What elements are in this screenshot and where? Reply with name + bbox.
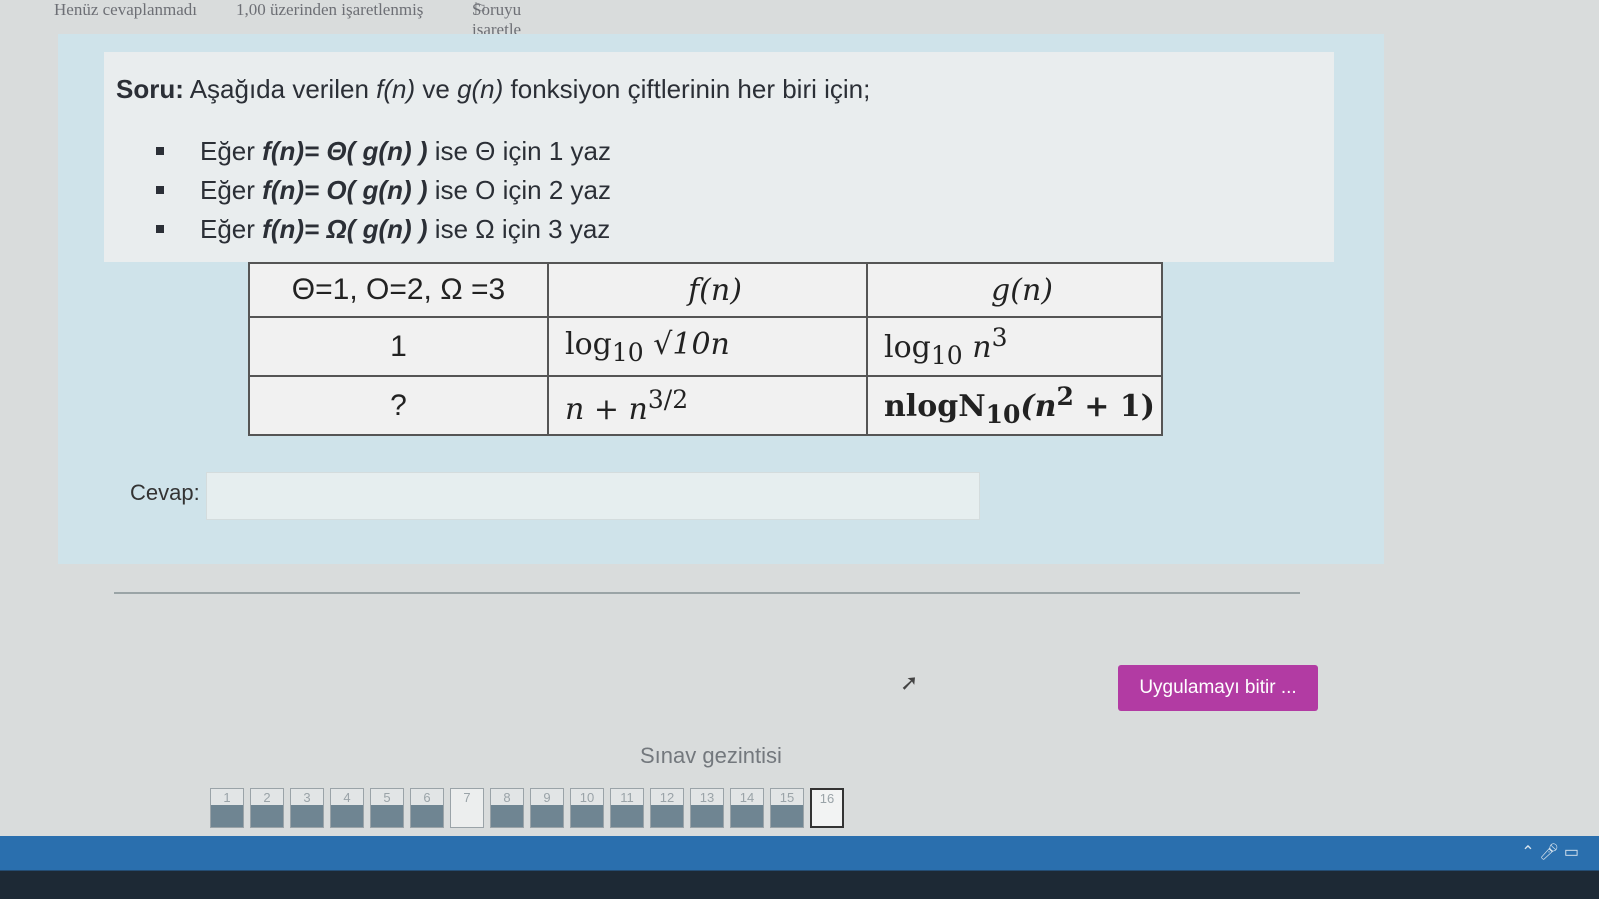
- rule-prefix: Eğer: [200, 136, 263, 166]
- rule-list: Eğer f(n)= Θ( g(n) ) ise Θ için 1 yaz Eğ…: [156, 132, 611, 249]
- rule-suffix: ise Ω için 3 yaz: [427, 214, 611, 244]
- nav-question-button[interactable]: 3: [290, 788, 324, 828]
- nav-question-button[interactable]: 7: [450, 788, 484, 828]
- header-fn: f(n): [547, 262, 868, 318]
- fn-log: log: [565, 326, 612, 362]
- bullet-icon: [156, 147, 164, 155]
- prompt-fn: f(n): [376, 74, 416, 104]
- nav-question-button[interactable]: 9: [530, 788, 564, 828]
- nav-question-button[interactable]: 8: [490, 788, 524, 828]
- battery-icon[interactable]: ▭: [1564, 844, 1579, 861]
- rule-formula: f(n)= O( g(n) ): [262, 175, 428, 205]
- question-text: Soru: Aşağıda verilen f(n) ve g(n) fonks…: [104, 52, 1334, 262]
- divider: [114, 592, 1300, 594]
- answer-input[interactable]: [206, 472, 980, 520]
- bullet-icon: [156, 225, 164, 233]
- table-row: ? n + n3/2 nlogN10(n2 + 1): [248, 375, 1163, 436]
- row-answer: ?: [248, 375, 549, 436]
- fn-arg: √10n: [653, 326, 730, 362]
- nav-question-button[interactable]: 12: [650, 788, 684, 828]
- rule-prefix: Eğer: [200, 175, 263, 205]
- answer-label: Cevap:: [130, 480, 200, 505]
- rule-suffix: ise O için 2 yaz: [427, 175, 612, 205]
- nav-question-button[interactable]: 16: [810, 788, 844, 828]
- quiz-navigation-title: Sınav gezintisi: [640, 743, 782, 768]
- prompt-part: ve: [415, 74, 458, 104]
- gn-sup: 3: [991, 323, 1008, 352]
- table-row: 1 log10 √10n log10 n3: [248, 316, 1163, 377]
- nav-question-button[interactable]: 14: [730, 788, 764, 828]
- gn-main: nlogN: [884, 389, 986, 424]
- gn-base: n: [972, 330, 992, 365]
- row-gn: nlogN10(n2 + 1): [866, 375, 1163, 436]
- nav-question-button[interactable]: 10: [570, 788, 604, 828]
- gn-log: log: [884, 330, 931, 365]
- fn-sub: 10: [611, 337, 644, 367]
- row-fn: log10 √10n: [547, 316, 868, 377]
- nav-question-button[interactable]: 6: [410, 788, 444, 828]
- gn-open: (n: [1020, 389, 1057, 424]
- finish-attempt-button[interactable]: Uygulamayı bitir ...: [1118, 665, 1318, 711]
- gn-close: + 1): [1073, 389, 1155, 424]
- function-table: Θ=1, O=2, Ω =3 f(n) g(n) 1 log10 √10n lo…: [248, 262, 1163, 436]
- gn-sup: 2: [1056, 382, 1074, 411]
- question-status-bar: Henüz cevaplanmadı 1,00 üzerinden işaret…: [0, 0, 1599, 39]
- rule-suffix: ise Θ için 1 yaz: [427, 136, 612, 166]
- header-answer-key: Θ=1, O=2, Ω =3: [248, 262, 549, 318]
- nav-question-button[interactable]: 2: [250, 788, 284, 828]
- row-gn: log10 n3: [866, 316, 1163, 377]
- taskbar: ⌃ 🎤︎ ▭: [0, 836, 1599, 899]
- rule-item: Eğer f(n)= Θ( g(n) ) ise Θ için 1 yaz: [156, 132, 611, 171]
- header-gn: g(n): [866, 262, 1163, 318]
- nav-question-button[interactable]: 4: [330, 788, 364, 828]
- nav-question-button[interactable]: 5: [370, 788, 404, 828]
- rule-item: Eğer f(n)= Ω( g(n) ) ise Ω için 3 yaz: [156, 210, 611, 249]
- question-panel: Soru: Aşağıda verilen f(n) ve g(n) fonks…: [58, 34, 1384, 564]
- fn-base: n + n: [565, 391, 648, 427]
- prompt-part: Aşağıda verilen: [189, 74, 377, 104]
- prompt-part: fonksiyon çiftlerinin her biri için;: [503, 74, 871, 104]
- gn-sub: 10: [985, 400, 1021, 429]
- nav-question-button[interactable]: 15: [770, 788, 804, 828]
- rule-item: Eğer f(n)= O( g(n) ) ise O için 2 yaz: [156, 171, 611, 210]
- prompt-gn: g(n): [457, 74, 504, 104]
- points-info: 1,00 üzerinden işaretlenmiş: [236, 0, 424, 19]
- system-tray: ⌃ 🎤︎ ▭: [1521, 842, 1579, 862]
- question-prompt: Soru: Aşağıda verilen f(n) ve g(n) fonks…: [116, 74, 870, 105]
- rule-formula: f(n)= Θ( g(n) ): [262, 136, 428, 166]
- mouse-pointer-icon: ➚: [900, 670, 919, 695]
- nav-question-button[interactable]: 13: [690, 788, 724, 828]
- row-answer: 1: [248, 316, 549, 377]
- answer-state: Henüz cevaplanmadı: [54, 0, 198, 19]
- nav-question-button[interactable]: 11: [610, 788, 644, 828]
- fn-sup: 3/2: [647, 384, 689, 414]
- question-label: Soru:: [116, 74, 184, 104]
- chevron-up-icon[interactable]: ⌃: [1521, 844, 1534, 861]
- microphone-icon[interactable]: 🎤︎: [1539, 844, 1559, 861]
- table-header-row: Θ=1, O=2, Ω =3 f(n) g(n): [248, 262, 1163, 318]
- bullet-icon: [156, 186, 164, 194]
- rule-formula: f(n)= Ω( g(n) ): [262, 214, 428, 244]
- row-fn: n + n3/2: [547, 375, 868, 436]
- gn-sub: 10: [930, 341, 963, 370]
- nav-question-button[interactable]: 1: [210, 788, 244, 828]
- rule-prefix: Eğer: [200, 214, 263, 244]
